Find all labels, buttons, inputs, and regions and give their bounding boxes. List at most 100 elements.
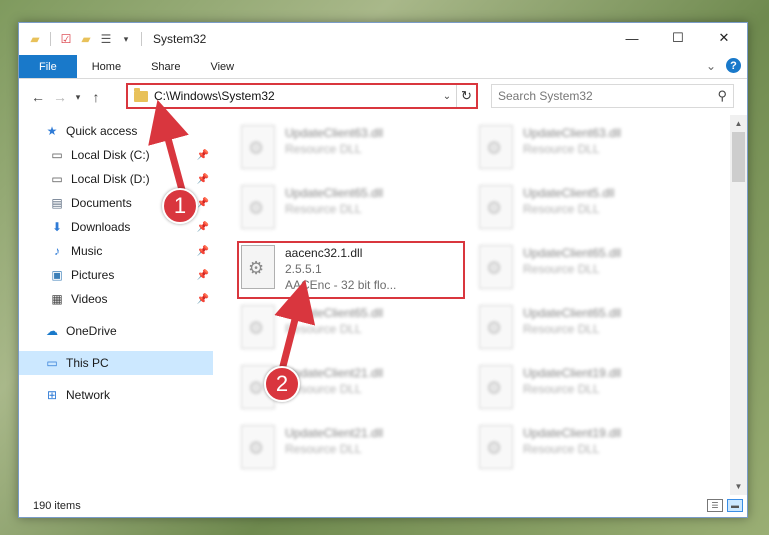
properties-icon[interactable]: ☑ bbox=[58, 31, 74, 47]
file-type: Resource DLL bbox=[285, 322, 362, 336]
dll-file-icon bbox=[241, 125, 275, 169]
up-arrow-icon[interactable]: ↑ bbox=[85, 89, 107, 105]
pin-icon[interactable]: 📌 bbox=[197, 198, 209, 209]
star-icon: ★ bbox=[46, 124, 58, 138]
dll-file-icon bbox=[241, 425, 275, 469]
vertical-scrollbar[interactable]: ▲ ▼ bbox=[730, 115, 747, 495]
file-list: UpdateClient63.dll Resource DLL UpdateCli… bbox=[213, 115, 747, 495]
maximize-button[interactable]: ☐ bbox=[655, 23, 701, 53]
pictures-icon: ▣ bbox=[51, 268, 63, 282]
window-controls: — ☐ ✕ bbox=[609, 23, 747, 53]
file-tile[interactable]: UpdateClient63.dll Resource DLL bbox=[475, 121, 705, 179]
scroll-thumb[interactable] bbox=[732, 132, 745, 182]
nav-videos[interactable]: ▦ Videos 📌 bbox=[19, 287, 213, 311]
nav-this-pc[interactable]: ▭ This PC bbox=[19, 351, 213, 375]
back-arrow-icon[interactable]: ← bbox=[27, 89, 49, 105]
forward-arrow-icon[interactable]: → bbox=[49, 89, 71, 105]
nav-label: Downloads bbox=[71, 220, 131, 234]
cloud-icon: ☁ bbox=[46, 324, 58, 338]
scroll-down-icon[interactable]: ▼ bbox=[730, 478, 747, 495]
file-tile[interactable]: UpdateClient5.dll Resource DLL bbox=[475, 181, 705, 239]
dll-file-icon bbox=[479, 245, 513, 289]
nav-label: Local Disk (D:) bbox=[71, 172, 150, 186]
dll-file-icon bbox=[479, 125, 513, 169]
item-count: 190 items bbox=[33, 500, 81, 512]
folder-icon bbox=[134, 87, 148, 102]
file-type: Resource DLL bbox=[285, 142, 362, 156]
nav-onedrive[interactable]: ☁ OneDrive bbox=[19, 319, 213, 343]
pin-icon[interactable]: 📌 bbox=[197, 174, 209, 185]
address-dropdown-icon[interactable]: ⌄ bbox=[438, 91, 456, 102]
file-name: UpdateClient19.dll bbox=[523, 426, 622, 440]
file-tile[interactable]: UpdateClient65.dll Resource DLL bbox=[237, 181, 467, 239]
file-tile[interactable]: UpdateClient21.dll Resource DLL bbox=[237, 421, 467, 479]
scroll-up-icon[interactable]: ▲ bbox=[730, 115, 747, 132]
tab-home[interactable]: Home bbox=[77, 55, 136, 78]
highlight-box bbox=[237, 241, 465, 299]
file-type: Resource DLL bbox=[285, 202, 362, 216]
nav-label: This PC bbox=[66, 356, 109, 370]
search-input[interactable] bbox=[498, 89, 718, 103]
tab-view[interactable]: View bbox=[195, 55, 249, 78]
file-tile[interactable]: UpdateClient19.dll Resource DLL bbox=[475, 361, 705, 419]
nav-local-disk-c[interactable]: ▭ Local Disk (C:) 📌 bbox=[19, 143, 213, 167]
address-row: ← → ▾ ↑ C:\Windows\System32 ⌄ ↻ ⚲ bbox=[19, 79, 747, 115]
details-view-icon[interactable]: ☰ bbox=[707, 499, 723, 512]
dll-file-icon bbox=[479, 305, 513, 349]
step-badge-2: 2 bbox=[264, 366, 300, 402]
tiles-view-icon[interactable]: ▬ bbox=[727, 499, 743, 512]
file-name: UpdateClient65.dll bbox=[285, 186, 384, 200]
expand-ribbon-icon[interactable]: ⌄ bbox=[706, 59, 716, 73]
toolbar-divider bbox=[141, 32, 142, 46]
file-type: Resource DLL bbox=[523, 442, 600, 456]
file-type: Resource DLL bbox=[523, 142, 600, 156]
file-type: Resource DLL bbox=[523, 202, 600, 216]
search-icon[interactable]: ⚲ bbox=[717, 88, 727, 104]
nav-quick-access[interactable]: ★ Quick access bbox=[19, 119, 213, 143]
nav-network[interactable]: ⊞ Network bbox=[19, 383, 213, 407]
nav-music[interactable]: ♪ Music 📌 bbox=[19, 239, 213, 263]
file-tile[interactable]: UpdateClient63.dll Resource DLL bbox=[237, 121, 467, 179]
nav-label: Pictures bbox=[71, 268, 115, 282]
file-type: Resource DLL bbox=[285, 442, 362, 456]
pin-icon[interactable]: 📌 bbox=[197, 150, 209, 161]
dll-file-icon bbox=[241, 185, 275, 229]
recent-locations-icon[interactable]: ▾ bbox=[71, 92, 85, 103]
address-path[interactable]: C:\Windows\System32 bbox=[154, 89, 438, 103]
toolbar-dropdown-icon[interactable]: ▾ bbox=[118, 31, 134, 47]
tab-file[interactable]: File bbox=[19, 55, 77, 78]
file-tile[interactable]: UpdateClient65.dll Resource DLL bbox=[237, 301, 467, 359]
dll-file-icon bbox=[479, 365, 513, 409]
tab-share[interactable]: Share bbox=[136, 55, 195, 78]
pin-icon[interactable]: 📌 bbox=[197, 222, 209, 233]
nav-label: OneDrive bbox=[66, 324, 117, 338]
title-bar: ▰ ☑ ▰ ☰ ▾ System32 — ☐ ✕ bbox=[19, 23, 747, 55]
search-box[interactable]: ⚲ bbox=[491, 84, 734, 108]
new-folder-icon[interactable]: ▰ bbox=[78, 31, 94, 47]
minimize-button[interactable]: — bbox=[609, 23, 655, 53]
music-icon: ♪ bbox=[54, 244, 60, 258]
ribbon-tabs: File Home Share View ⌄ ? bbox=[19, 55, 747, 79]
drive-icon: ▭ bbox=[51, 172, 63, 186]
address-bar[interactable]: C:\Windows\System32 ⌄ ↻ bbox=[126, 83, 478, 109]
pin-icon[interactable]: 📌 bbox=[197, 294, 209, 305]
refresh-icon[interactable]: ↻ bbox=[456, 85, 476, 107]
pin-icon[interactable]: 📌 bbox=[197, 270, 209, 281]
pin-icon[interactable]: 📌 bbox=[197, 246, 209, 257]
nav-pictures[interactable]: ▣ Pictures 📌 bbox=[19, 263, 213, 287]
file-name: UpdateClient5.dll bbox=[523, 186, 615, 200]
help-icon[interactable]: ? bbox=[726, 58, 741, 73]
documents-icon: ▤ bbox=[51, 196, 63, 210]
nav-label: Network bbox=[66, 388, 111, 402]
file-type: Resource DLL bbox=[523, 322, 600, 336]
file-tile[interactable]: UpdateClient65.dll Resource DLL bbox=[475, 241, 705, 299]
file-tile[interactable]: UpdateClient65.dll Resource DLL bbox=[475, 301, 705, 359]
file-tile[interactable]: UpdateClient19.dll Resource DLL bbox=[475, 421, 705, 479]
nav-label: Documents bbox=[71, 196, 132, 210]
customize-toolbar-icon[interactable]: ☰ bbox=[98, 31, 114, 47]
file-name: UpdateClient65.dll bbox=[285, 306, 384, 320]
downloads-icon: ⬇ bbox=[51, 220, 63, 234]
nav-local-disk-d[interactable]: ▭ Local Disk (D:) 📌 bbox=[19, 167, 213, 191]
close-button[interactable]: ✕ bbox=[701, 23, 747, 53]
dll-file-icon bbox=[479, 185, 513, 229]
